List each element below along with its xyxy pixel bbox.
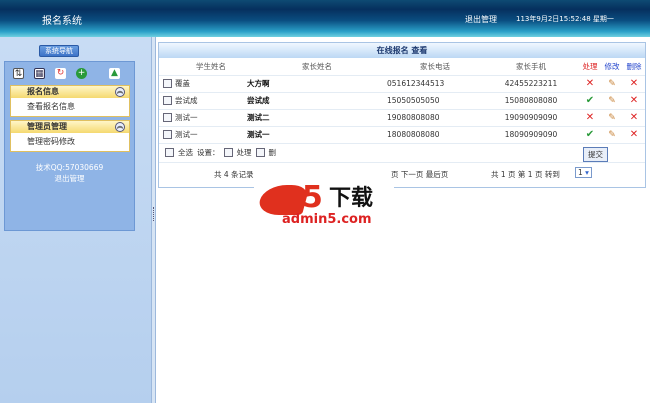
col-edit: 修改 [601, 58, 623, 76]
splitter-grip-icon[interactable] [153, 207, 155, 221]
check-icon[interactable]: ✔ [586, 129, 594, 140]
col-handle: 处理 [579, 58, 601, 76]
parent-name: 大方啊 [247, 75, 387, 93]
select-all-checkbox[interactable] [165, 148, 174, 157]
parent-mobile: 15080808080 [483, 92, 579, 110]
sidebar-item-change-password[interactable]: 管理密码修改 [11, 133, 129, 151]
settings-label: 设置： [197, 148, 220, 157]
table-row: 测试一 测试一 18080808080 18090909090 ✔ ✎ ✕ [159, 126, 645, 144]
col-student-name: 学生姓名 [175, 58, 247, 76]
cross-icon[interactable]: ✕ [586, 78, 594, 89]
parent-mobile: 42455223211 [483, 75, 579, 93]
bulk-actions: 全选 设置： 处理 删 提交 [159, 144, 645, 162]
collapse-icon[interactable]: ︽ [115, 87, 125, 97]
sidebar: 系统导航 ⇅ ▦ ↻ + ▲ 报名信息 ︽ 查看报名信息 管理员管理 ︽ 管理密码修… [0, 37, 151, 403]
signup-panel: 在线报名 查看 学生姓名 家长姓名 家长电话 家长手机 处理 修改 删除 覆盖 … [158, 42, 646, 188]
page-info: 共 1 页 第 1 页 转到 [491, 169, 560, 179]
sidebar-logout-link[interactable]: 退出管理 [5, 173, 134, 184]
col-parent-phone: 家长电话 [387, 58, 483, 76]
app-title: 报名系统 [42, 16, 82, 27]
chevron-down-icon: ▾ [585, 167, 589, 177]
select-all-label: 全选 [178, 148, 193, 157]
parent-name: 测试一 [247, 126, 387, 144]
delete-icon[interactable]: ✕ [630, 129, 638, 140]
upload-icon[interactable]: ▲ [109, 68, 120, 79]
parent-phone: 15050505050 [387, 92, 483, 110]
parent-mobile: 19090909090 [483, 109, 579, 127]
datetime: 113年9月2日15:52:48 星期一 [516, 15, 614, 23]
record-count: 共 4 条记录 [214, 169, 254, 179]
signup-table: 学生姓名 家长姓名 家长电话 家长手机 处理 修改 删除 覆盖 大方啊 0516… [159, 58, 645, 144]
section-signup: 报名信息 ︽ 查看报名信息 [10, 85, 130, 117]
pencil-icon[interactable]: ✎ [608, 79, 616, 89]
delete-label: 删 [268, 148, 277, 157]
submit-button[interactable]: 提交 [583, 146, 608, 162]
pagination: 共 4 条记录 页 下一页 最后页 共 1 页 第 1 页 转到 1 ▾ [159, 161, 645, 182]
student-name: 尝试成 [175, 92, 247, 110]
handle-label: 处理 [236, 148, 252, 157]
parent-mobile: 18090909090 [483, 126, 579, 144]
section-title: 报名信息 [27, 87, 59, 96]
pencil-icon[interactable]: ✎ [608, 113, 616, 123]
parent-name: 尝试成 [247, 92, 387, 110]
logout-link[interactable]: 退出管理 [465, 14, 497, 25]
parent-name: 测试二 [247, 109, 387, 127]
collapse-icon[interactable]: ︽ [115, 122, 125, 132]
section-header[interactable]: 报名信息 ︽ [11, 86, 129, 98]
page-select-value: 1 [578, 167, 583, 177]
toolbar: ⇅ ▦ ↻ + ▲ [5, 62, 134, 82]
table-row: 测试一 测试二 19080808080 19090909090 ✕ ✎ ✕ [159, 109, 645, 127]
table-row: 尝试成 尝试成 15050505050 15080808080 ✔ ✎ ✕ [159, 92, 645, 110]
section-header[interactable]: 管理员管理 ︽ [11, 121, 129, 133]
refresh-icon[interactable]: ↻ [55, 68, 66, 79]
student-name: 测试一 [175, 109, 247, 127]
student-name: 覆盖 [175, 75, 247, 93]
page-nav-links[interactable]: 页 下一页 最后页 [391, 169, 448, 180]
pencil-icon[interactable]: ✎ [608, 130, 616, 140]
panel-caption: 在线报名 查看 [159, 43, 645, 58]
delete-icon[interactable]: ✕ [630, 95, 638, 106]
header: 报名系统 退出管理 113年9月2日15:52:48 星期一 [0, 0, 650, 37]
col-parent-mobile: 家长手机 [483, 58, 579, 76]
support-qq: 技术QQ:57030669 [35, 163, 104, 172]
user-list-icon[interactable]: ⇅ [13, 68, 24, 79]
row-checkbox[interactable] [162, 79, 172, 89]
add-icon[interactable]: + [76, 68, 87, 79]
delete-icon[interactable]: ✕ [630, 112, 638, 123]
row-checkbox[interactable] [162, 130, 172, 140]
parent-phone: 19080808080 [387, 109, 483, 127]
system-nav-button[interactable]: 系统导航 [39, 45, 79, 57]
row-checkbox[interactable] [162, 96, 172, 106]
row-checkbox[interactable] [162, 113, 172, 123]
delete-checkbox[interactable] [255, 148, 265, 157]
delete-icon[interactable]: ✕ [630, 78, 638, 89]
student-name: 测试一 [175, 126, 247, 144]
col-parent-name: 家长姓名 [247, 58, 387, 76]
handle-checkbox[interactable] [223, 148, 233, 157]
check-icon[interactable]: ✔ [586, 95, 594, 106]
nav-panel: ⇅ ▦ ↻ + ▲ 报名信息 ︽ 查看报名信息 管理员管理 ︽ 管理密码修改 技术Q… [4, 61, 135, 231]
parent-phone: 051612344513 [387, 75, 483, 93]
parent-phone: 18080808080 [387, 126, 483, 144]
cross-icon[interactable]: ✕ [586, 112, 594, 123]
calendar-icon[interactable]: ▦ [34, 68, 45, 79]
col-delete: 删除 [623, 58, 645, 76]
splitter[interactable] [151, 37, 156, 403]
table-row: 覆盖 大方啊 051612344513 42455223211 ✕ ✎ ✕ [159, 75, 645, 93]
section-admin: 管理员管理 ︽ 管理密码修改 [10, 120, 130, 152]
watermark-logo: 5 下载 admin5.com [254, 183, 394, 230]
section-title: 管理员管理 [27, 122, 67, 131]
page-select[interactable]: 1 ▾ [575, 166, 592, 178]
sidebar-item-view-signups[interactable]: 查看报名信息 [11, 98, 129, 116]
pencil-icon[interactable]: ✎ [608, 96, 616, 106]
